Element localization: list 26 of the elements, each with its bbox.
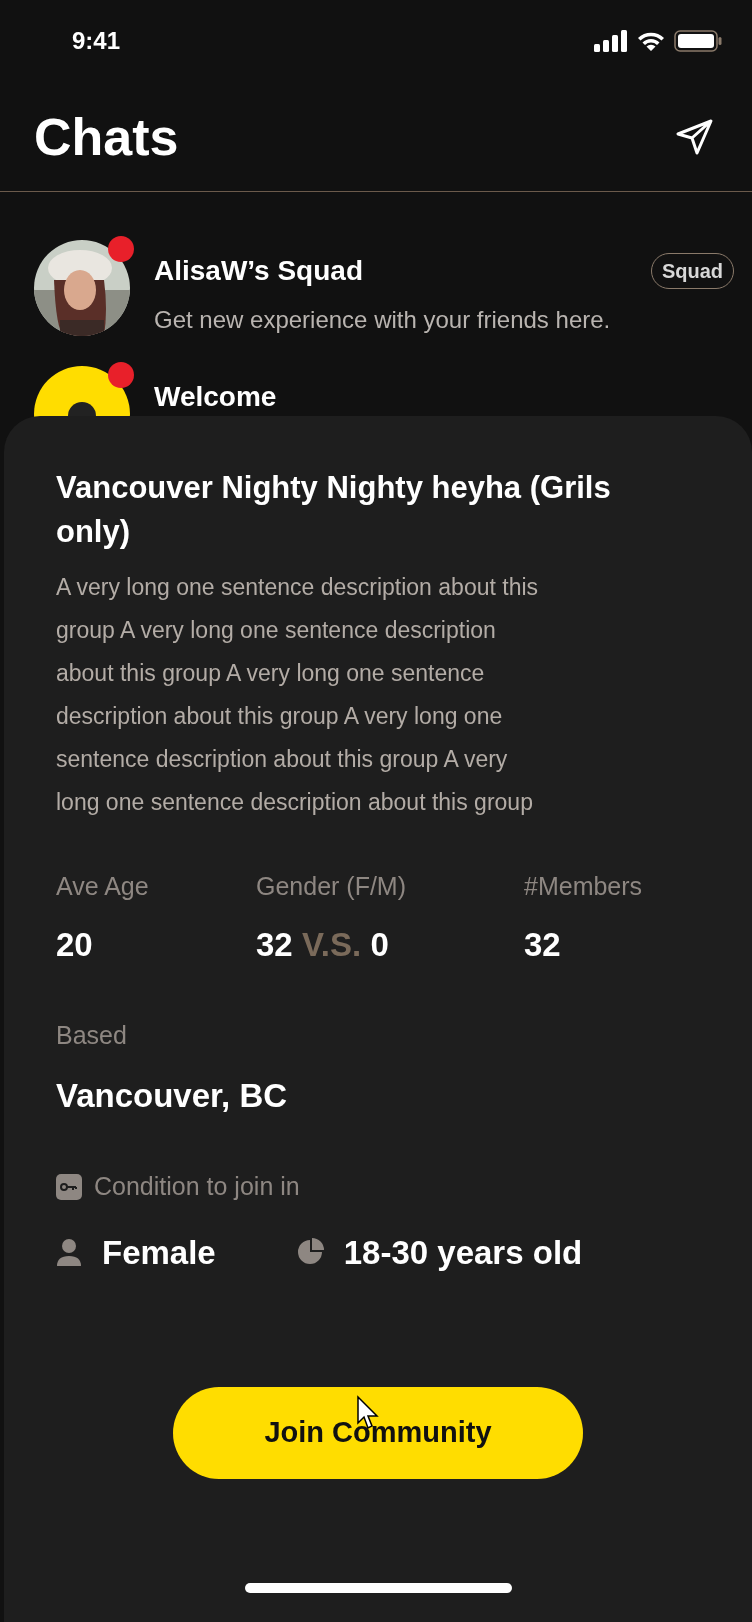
stat-value: 32 V.S. 0 [256,924,390,965]
condition-label: Condition to join in [94,1171,300,1202]
group-title: Vancouver Nighty Nighty heyha (Grils only) [56,469,612,551]
group-description: A very long one sentence description about this group A very long one sentence description about this group A very long one sentence description about this group A very long one sentence description about this group A very long one sentence description about this group [56,573,540,817]
status-time: 9:41 [72,26,121,56]
chat-preview: Get new experience with your friends here. [154,305,612,335]
stat-label: #Members [524,871,644,902]
join-button[interactable]: Join Community [173,1387,583,1479]
battery-icon [674,30,722,52]
condition-value: Female [102,1232,216,1273]
person-icon [56,1238,82,1267]
page-title: Chats [34,110,179,163]
pie-chart-icon [295,1238,324,1267]
based-label: Based [56,1020,128,1051]
chat-name: Welcome [154,380,277,414]
stat-value: 32 [524,924,562,965]
wifi-icon [636,30,666,52]
chat-row[interactable]: AlisaW’s Squad Squad Get new experience with your friends here. [0,240,752,338]
key-icon [56,1173,82,1200]
stat-value: 20 [56,924,94,965]
based-value: Vancouver, BC [56,1075,289,1116]
signal-icon [594,30,628,52]
stat-label: Ave Age [56,871,150,902]
condition-value: 18-30 years old [343,1232,583,1273]
chat-name: AlisaW’s Squad [154,254,363,288]
stat-label: Gender (F/M) [256,871,408,902]
